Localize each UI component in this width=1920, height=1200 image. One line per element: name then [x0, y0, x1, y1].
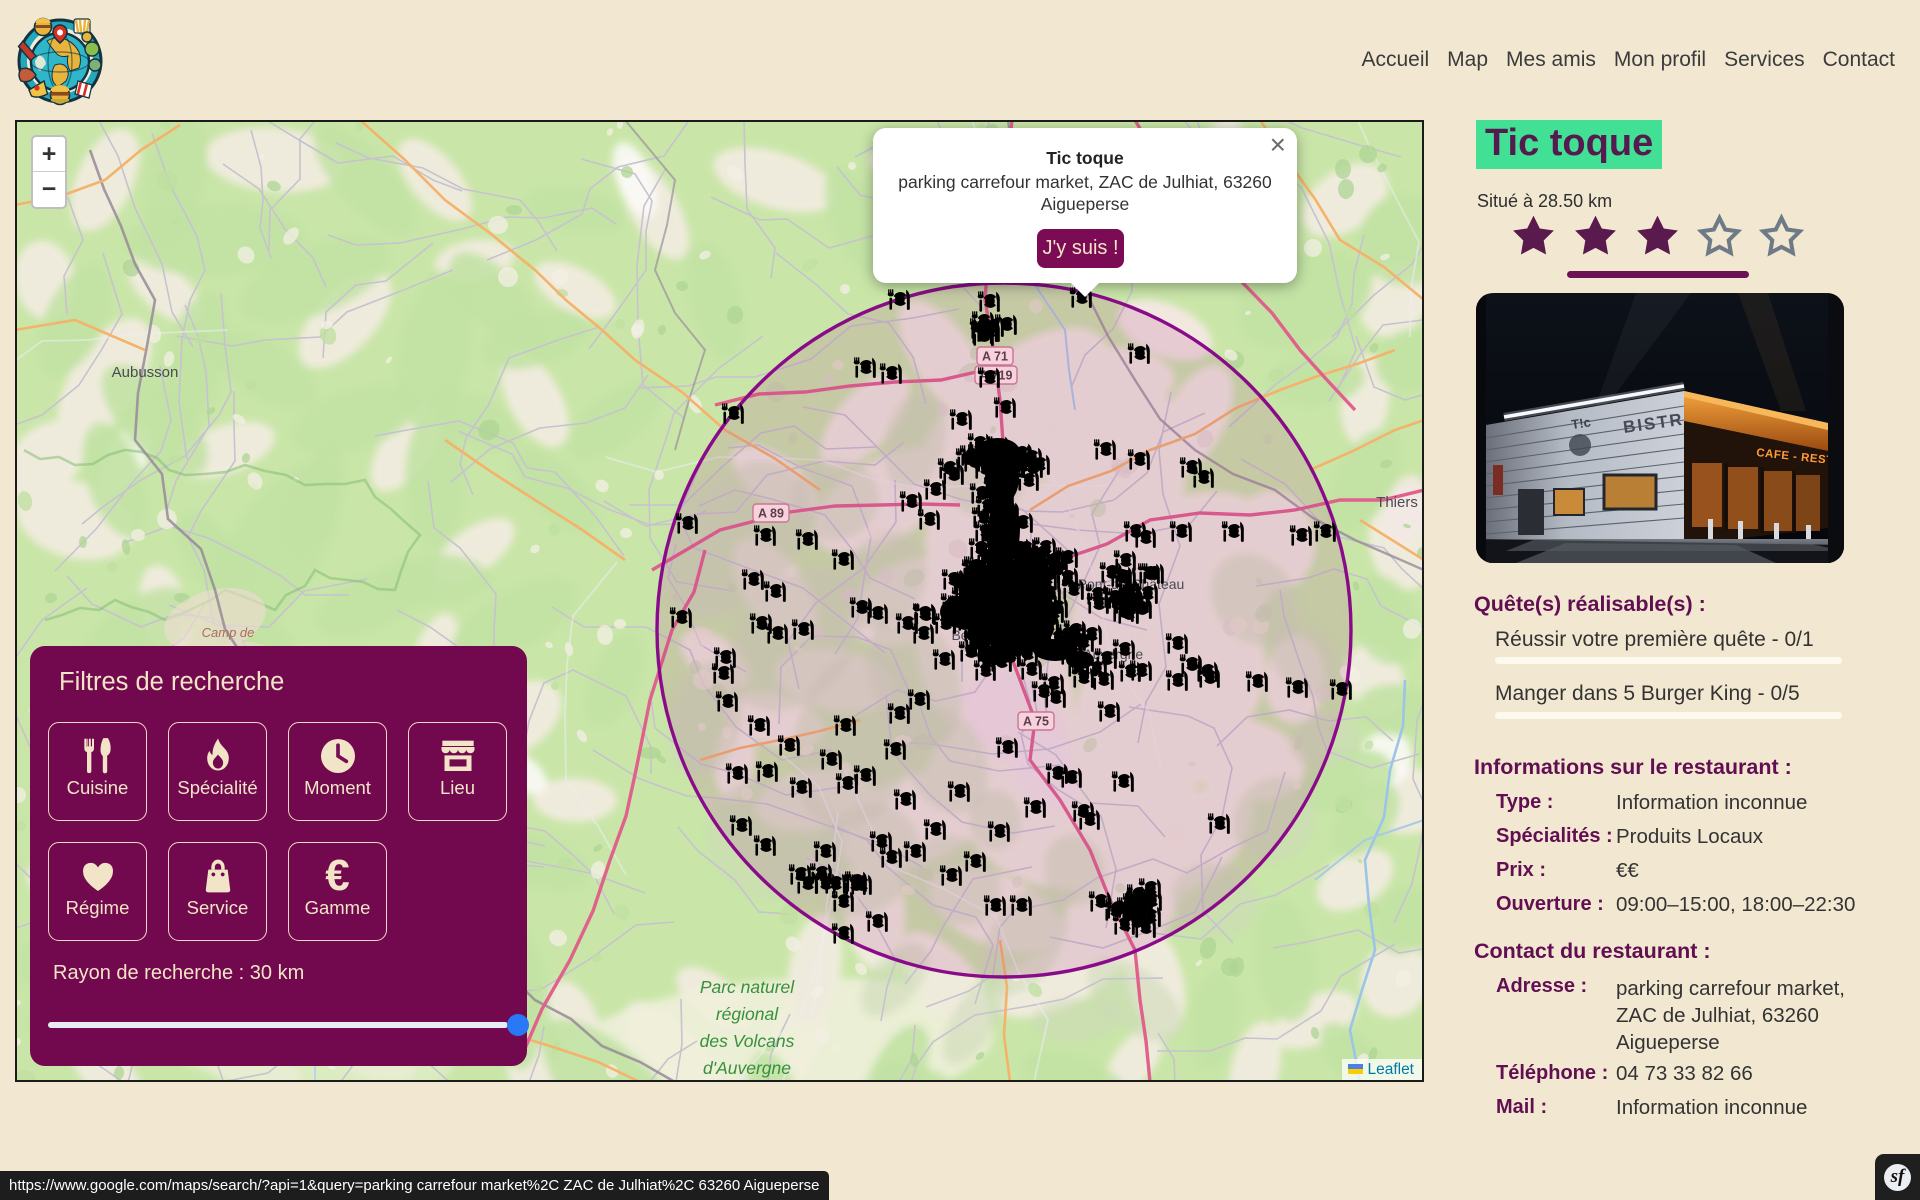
svg-text:régional: régional [716, 1004, 779, 1024]
svg-text:des Volcans: des Volcans [700, 1031, 795, 1051]
svg-text:A 71: A 71 [982, 350, 1008, 364]
svg-text:Thiers: Thiers [1376, 494, 1418, 511]
svg-text:Aubusson: Aubusson [112, 364, 179, 381]
svg-text:Camp de: Camp de [202, 625, 255, 640]
svg-text:A 89: A 89 [758, 507, 784, 521]
svg-text:A 75: A 75 [1023, 715, 1049, 729]
svg-text:d'Auvergne: d'Auvergne [703, 1058, 791, 1078]
svg-text:T!c: T!c [1570, 414, 1591, 432]
svg-text:Parc naturel: Parc naturel [700, 977, 795, 997]
